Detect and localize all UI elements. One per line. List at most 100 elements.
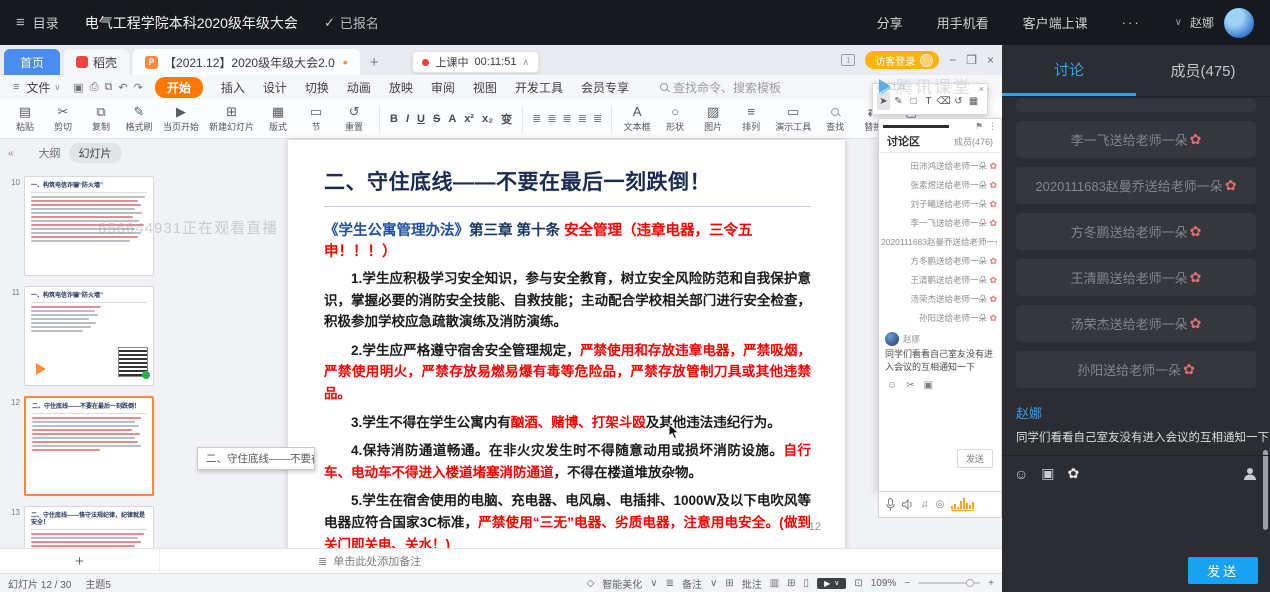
client-class-button[interactable]: 客户端上课: [1023, 13, 1088, 32]
menu-7[interactable]: 视图: [473, 79, 497, 96]
tab-outline[interactable]: 大纲: [39, 145, 61, 161]
tab-members[interactable]: 成员(475): [1136, 45, 1270, 96]
menu-2[interactable]: 设计: [263, 79, 287, 96]
ribbon-left-5[interactable]: ⊞新建幻灯片: [209, 105, 254, 133]
font-control-x²[interactable]: x²: [464, 113, 474, 125]
collapse-pane-icon[interactable]: «: [8, 148, 14, 159]
ribbon-left-3[interactable]: ✎格式刷: [125, 105, 153, 133]
thumbnail-slide-12[interactable]: 12二、守住底线——不要在最后一刻跌倒！: [6, 396, 154, 496]
ribbon-right-2[interactable]: ▨图片: [699, 105, 727, 133]
text-icon[interactable]: T: [922, 92, 935, 110]
pin-icon[interactable]: ⚑: [975, 121, 983, 132]
ribbon-left-4[interactable]: ▶当页开始: [163, 105, 199, 133]
play-slide-icon[interactable]: [36, 363, 46, 375]
pen-icon[interactable]: ✎: [892, 92, 905, 110]
slideshow-button[interactable]: ▶ ∨: [817, 578, 846, 589]
ribbon-right-3[interactable]: ≡排列: [737, 105, 765, 133]
user-menu[interactable]: ∨ 赵娜: [1175, 14, 1214, 31]
font-control-A[interactable]: A: [448, 113, 456, 125]
menu-4[interactable]: 动画: [347, 79, 371, 96]
zoom-slider-knob[interactable]: [966, 579, 974, 587]
current-slide[interactable]: 二、守住底线——不要在最后一刻跌倒！ 《学生公寓管理办法》第三章 第十条 安全管…: [288, 140, 845, 555]
chat-input-area[interactable]: ☺ ▣ ✿ 发送: [1002, 455, 1270, 592]
align-left-icon[interactable]: ≣: [532, 112, 541, 125]
close-button[interactable]: ×: [987, 53, 994, 67]
font-control-S[interactable]: S: [433, 113, 440, 125]
font-control-x₂[interactable]: x₂: [482, 113, 493, 125]
inner-send-button[interactable]: 发送: [957, 449, 993, 468]
font-control-变[interactable]: 变: [501, 111, 512, 127]
view-teacher-only-icon[interactable]: [1243, 467, 1258, 481]
zoom-level[interactable]: 109%: [871, 578, 897, 589]
close-icon[interactable]: ×: [979, 84, 984, 94]
justify-icon[interactable]: ≣: [578, 112, 587, 125]
font-control-U[interactable]: U: [417, 113, 425, 125]
restore-button[interactable]: ❐: [966, 53, 977, 67]
ribbon-left-7[interactable]: ▭节: [302, 105, 330, 133]
undo-icon[interactable]: ↶: [118, 81, 127, 94]
send-button[interactable]: 发送: [1188, 557, 1258, 584]
cursor-icon[interactable]: ➤: [877, 92, 890, 110]
thumbnail-slide-10[interactable]: 10一、构筑电信诈骗“防火墙”: [6, 176, 154, 276]
ribbon-left-0[interactable]: ▤粘贴: [11, 105, 39, 133]
zoom-out-icon[interactable]: −: [904, 578, 910, 589]
more-button[interactable]: ···: [1122, 15, 1141, 30]
image-icon[interactable]: ▣: [1041, 465, 1054, 482]
tab-docer[interactable]: 稻壳: [64, 49, 129, 75]
menu-0[interactable]: 开始: [155, 77, 203, 98]
rect-icon[interactable]: □: [907, 92, 920, 110]
ribbon-right-5[interactable]: 查找: [821, 105, 849, 133]
add-slide-button[interactable]: +: [0, 549, 160, 573]
eraser-icon[interactable]: ⌫: [937, 92, 950, 110]
print-icon[interactable]: ⎙: [90, 81, 99, 94]
new-tab-button[interactable]: +: [370, 54, 379, 71]
watch-on-phone-button[interactable]: 用手机看: [937, 13, 989, 32]
music-icon[interactable]: ♫: [921, 499, 929, 510]
slide-sorter-icon[interactable]: ⊞: [787, 578, 795, 589]
align-right-icon[interactable]: ≣: [563, 112, 572, 125]
emoji-icon[interactable]: ☺: [887, 380, 897, 391]
file-menu[interactable]: ≡文件∨: [10, 79, 60, 96]
ribbon-left-2[interactable]: ⧉复制: [87, 105, 115, 133]
share-button[interactable]: 分享: [877, 13, 903, 32]
more-vertical-icon[interactable]: ⋮: [988, 121, 997, 132]
discussion-message-list[interactable]: 田沛鸿送给老师一朵 ✿张素煜送给老师一朵 ✿刘子曦送给老师一朵 ✿李一飞送给老师…: [879, 153, 1001, 328]
notes-toggle-icon[interactable]: ≣: [666, 578, 674, 589]
line-spacing-icon[interactable]: ≣: [593, 112, 602, 125]
command-search[interactable]: 查找命令、搜索模板: [660, 79, 781, 96]
menu-3[interactable]: 切换: [305, 79, 329, 96]
flower-gift-icon[interactable]: ✿: [1068, 465, 1080, 482]
user-avatar[interactable]: [1224, 8, 1254, 38]
tab-discussion[interactable]: 讨论: [1002, 45, 1136, 96]
ribbon-right-1[interactable]: ○形状: [661, 105, 689, 133]
recording-status-pill[interactable]: 上课中 00:11:51 ∧: [412, 51, 539, 73]
menu-9[interactable]: 会员专享: [581, 79, 629, 96]
ribbon-left-6[interactable]: ▦版式: [264, 105, 292, 133]
font-control-I[interactable]: I: [406, 113, 409, 125]
hamburger-icon[interactable]: ≡: [16, 14, 25, 31]
zoom-in-icon[interactable]: +: [988, 578, 994, 589]
thumbnail-preview[interactable]: 一、构筑电信诈骗“防火墙”: [24, 176, 154, 276]
redo-icon[interactable]: ↷: [134, 81, 143, 94]
tab-discussion-area[interactable]: 讨论区: [887, 133, 920, 149]
comment-icon[interactable]: ⊞: [725, 578, 733, 589]
tab-document[interactable]: P【2021.12】2020级年级大会2.0•: [133, 49, 360, 75]
notes-toggle-label[interactable]: 备注: [682, 576, 702, 591]
menu-5[interactable]: 放映: [389, 79, 413, 96]
notes-bar[interactable]: + ≣单击此处添加备注: [0, 548, 1002, 573]
tab-members-inner[interactable]: 成员(476): [954, 135, 993, 148]
toc-button[interactable]: 目录: [33, 13, 59, 32]
tab-home[interactable]: 首页: [4, 49, 60, 75]
comment-label[interactable]: 批注: [742, 576, 762, 591]
menu-1[interactable]: 插入: [221, 79, 245, 96]
menu-8[interactable]: 开发工具: [515, 79, 563, 96]
align-center-icon[interactable]: ≣: [547, 112, 556, 125]
mic-icon[interactable]: [886, 498, 895, 511]
screenshot-icon[interactable]: ✂: [906, 380, 914, 391]
ribbon-right-4[interactable]: ▭演示工具: [775, 105, 811, 133]
preview-icon[interactable]: ⧉: [105, 81, 113, 94]
ribbon-left-8[interactable]: ↺重置: [340, 105, 368, 133]
beautify-icon[interactable]: ◇: [587, 578, 595, 589]
ribbon-left-1[interactable]: ✂剪切: [49, 105, 77, 133]
undo-icon[interactable]: ↺: [952, 92, 965, 110]
